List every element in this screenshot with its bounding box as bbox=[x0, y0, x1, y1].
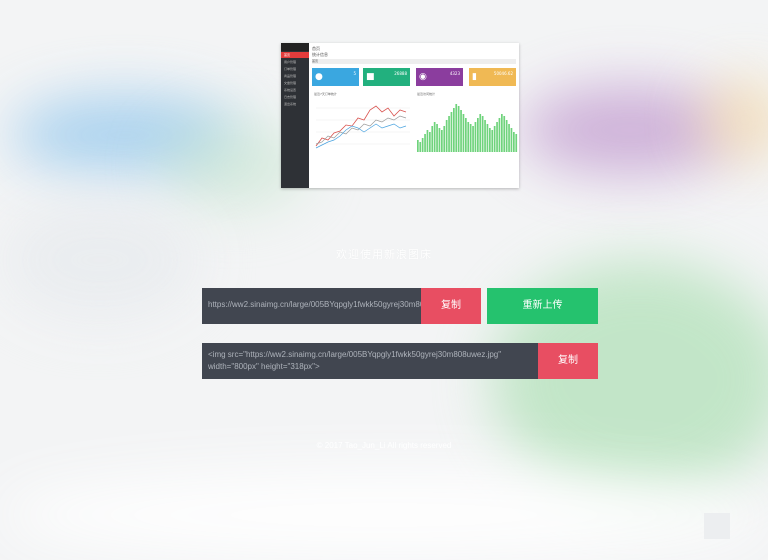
preview-bar bbox=[491, 130, 494, 152]
preview-series-blue bbox=[315, 123, 407, 149]
preview-bar bbox=[508, 124, 510, 152]
preview-card-value: 4323 bbox=[449, 71, 460, 76]
preview-card-value: 26888 bbox=[394, 71, 407, 76]
preview-bar bbox=[467, 122, 470, 152]
img-tag-field[interactable]: <img src="https://ww2.sinaimg.cn/large/0… bbox=[202, 343, 538, 379]
preview-bar bbox=[433, 122, 436, 152]
cart-icon: ■ bbox=[366, 72, 375, 82]
preview-sidebar: 首页 用户管理 订单管理 商品管理 文章管理 系统设置 日志管理 退出系统 bbox=[281, 43, 309, 188]
preview-bar bbox=[443, 126, 446, 152]
preview-card-value: 5 bbox=[353, 71, 356, 76]
preview-bar bbox=[510, 128, 513, 152]
preview-bar bbox=[450, 112, 453, 152]
preview-bar bbox=[501, 114, 503, 152]
preview-bar bbox=[455, 104, 458, 152]
preview-bar bbox=[498, 118, 501, 152]
chat-icon: ● bbox=[315, 72, 323, 82]
preview-bar bbox=[513, 132, 515, 152]
preview-sidebar-item: 首页 bbox=[281, 52, 309, 58]
preview-bar bbox=[477, 118, 479, 152]
preview-bar bbox=[481, 116, 484, 152]
preview-bar bbox=[493, 126, 496, 152]
preview-sidebar-item: 日志管理 bbox=[284, 95, 297, 99]
preview-bar bbox=[438, 128, 441, 152]
copy-url-button[interactable]: 复制 bbox=[421, 288, 481, 324]
preview-series-red bbox=[315, 105, 407, 147]
preview-bar bbox=[421, 138, 424, 152]
welcome-title: 欢迎使用新浪图床 bbox=[336, 248, 432, 261]
preview-bar bbox=[489, 128, 491, 152]
preview-bar-chart-title: 最近访问统计 bbox=[417, 92, 436, 96]
preview-bar bbox=[417, 140, 419, 152]
preview-card-messages: ● 5 bbox=[312, 68, 359, 86]
preview-bar bbox=[503, 116, 506, 152]
preview-bar bbox=[479, 114, 482, 152]
preview-bar bbox=[453, 108, 455, 152]
preview-bar bbox=[465, 118, 467, 152]
preview-bar bbox=[486, 124, 489, 152]
preview-bar bbox=[462, 114, 465, 152]
preview-bar bbox=[474, 122, 477, 152]
preview-bar bbox=[426, 130, 429, 152]
preview-sidebar-item: 订单管理 bbox=[284, 67, 297, 71]
preview-bar bbox=[496, 122, 498, 152]
preview-bar bbox=[515, 134, 518, 152]
preview-sidebar-item: 商品管理 bbox=[284, 74, 297, 78]
preview-bar bbox=[472, 126, 474, 152]
uploaded-image-preview[interactable]: 首页 用户管理 订单管理 商品管理 文章管理 系统设置 日志管理 退出系统 首页… bbox=[281, 43, 519, 188]
preview-line-chart: 最近7天订单统计 bbox=[312, 90, 412, 158]
preview-bar bbox=[424, 134, 426, 152]
preview-bar bbox=[445, 120, 448, 152]
preview-breadcrumb: 首页 bbox=[312, 59, 516, 64]
preview-bar bbox=[505, 120, 508, 152]
preview-bar bbox=[448, 116, 450, 152]
preview-main: 首页 统计信息 首页 ● 5 ■ 26888 ◉ 4323 ▮ 50046.62… bbox=[309, 43, 519, 188]
preview-header-sub: 统计信息 bbox=[312, 52, 328, 57]
preview-card-visits: ◉ 4323 bbox=[416, 68, 463, 86]
preview-bar bbox=[457, 106, 460, 152]
preview-bar-chart: 最近访问统计 bbox=[415, 90, 519, 158]
preview-bar bbox=[419, 142, 422, 152]
preview-card-orders: ■ 26888 bbox=[363, 68, 410, 86]
preview-bar bbox=[431, 126, 434, 152]
copy-img-tag-button[interactable]: 复制 bbox=[538, 343, 598, 379]
preview-bar bbox=[441, 130, 443, 152]
chart-icon: ▮ bbox=[472, 72, 477, 82]
location-icon: ◉ bbox=[419, 72, 427, 82]
preview-bar bbox=[460, 110, 462, 152]
preview-sidebar-item: 系统设置 bbox=[284, 88, 297, 92]
preview-card-revenue: ▮ 50046.62 bbox=[469, 68, 516, 86]
preview-logo bbox=[281, 43, 309, 51]
preview-bar bbox=[429, 132, 431, 152]
corner-widget bbox=[704, 513, 730, 539]
preview-card-value: 50046.62 bbox=[493, 71, 513, 76]
preview-bar bbox=[436, 124, 438, 152]
preview-bar bbox=[484, 120, 486, 152]
reupload-button[interactable]: 重新上传 bbox=[487, 288, 598, 324]
footer-copyright: © 2017 Tao_Jun_Li All rights reserved bbox=[316, 441, 452, 450]
preview-sidebar-item: 退出系统 bbox=[284, 102, 297, 106]
preview-sidebar-item: 用户管理 bbox=[284, 60, 297, 64]
preview-line-chart-title: 最近7天订单统计 bbox=[314, 92, 337, 96]
preview-header: 首页 统计信息 bbox=[312, 46, 328, 58]
preview-bar bbox=[469, 124, 472, 152]
preview-sidebar-item: 文章管理 bbox=[284, 81, 297, 85]
image-url-field[interactable]: https://ww2.sinaimg.cn/large/005BYqpgly1… bbox=[202, 288, 421, 324]
